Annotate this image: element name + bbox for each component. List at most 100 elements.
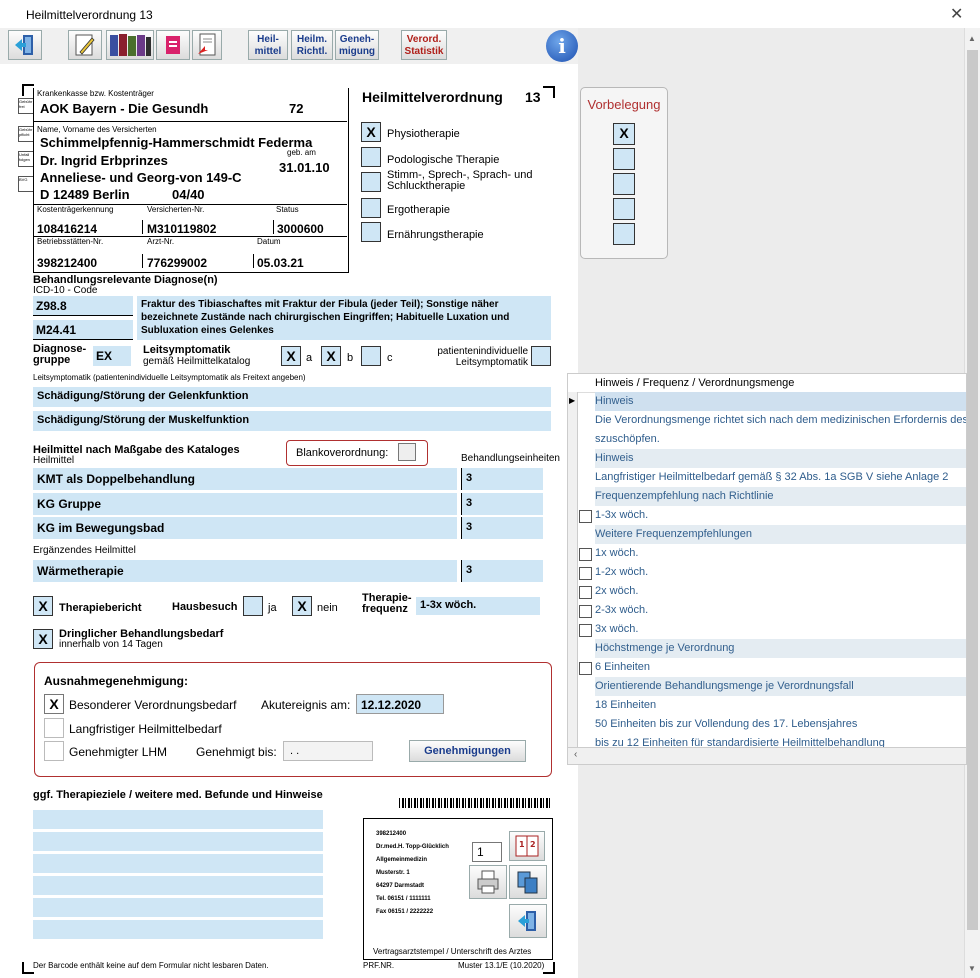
unfall-box[interactable]: Unfall folgen	[18, 151, 34, 167]
hinweise-row-checkbox[interactable]	[579, 548, 592, 561]
copies-field[interactable]: 1	[472, 842, 502, 862]
stamp-exit-button[interactable]	[509, 904, 547, 938]
hinweise-row-checkbox[interactable]	[579, 662, 592, 675]
genehmigungen-button[interactable]: Genehmigungen	[409, 740, 526, 762]
vorbelegung-checkbox-3[interactable]	[613, 173, 635, 195]
ziele-field-1[interactable]	[33, 810, 323, 829]
leit-b-checkbox[interactable]: X	[321, 346, 341, 366]
gebuehr-frei-box[interactable]: Gebühr frei	[18, 98, 34, 114]
podologie-checkbox[interactable]	[361, 147, 381, 167]
stimmtherapie-checkbox[interactable]	[361, 172, 381, 192]
units-field-2[interactable]: 3	[461, 493, 543, 515]
hinweise-group-row[interactable]: Hinweis	[595, 449, 966, 468]
pi-leit-checkbox[interactable]	[531, 346, 551, 366]
bericht-checkbox[interactable]: X	[33, 596, 53, 616]
gebuehr-pflicht-box[interactable]: Gebühr pflicht	[18, 126, 34, 142]
info-icon[interactable]: i	[546, 30, 578, 62]
dringlich-checkbox[interactable]: X	[33, 629, 53, 649]
horizontal-scrollbar[interactable]: ‹	[568, 747, 966, 764]
hinweise-row[interactable]: szuschöpfen.	[595, 430, 966, 449]
ergotherapie-checkbox[interactable]	[361, 198, 381, 218]
gen-bis-field[interactable]: . .	[283, 741, 373, 761]
blanko-checkbox[interactable]	[398, 443, 416, 461]
hinweise-row[interactable]: 18 Einheiten	[595, 696, 966, 715]
hinweise-group-row[interactable]: Hinweis	[595, 392, 966, 411]
vorbelegung-checkbox-2[interactable]	[613, 148, 635, 170]
hinweise-row-checkbox[interactable]	[579, 624, 592, 637]
scrollbar-thumb[interactable]	[967, 50, 978, 930]
leit-text-1[interactable]: Schädigung/Störung der Gelenkfunktion	[33, 387, 551, 407]
ziele-field-3[interactable]	[33, 854, 323, 873]
vorbelegung-checkbox-4[interactable]	[613, 198, 635, 220]
print-button[interactable]	[156, 30, 190, 60]
leit-a-checkbox[interactable]: X	[281, 346, 301, 366]
leit-text-2[interactable]: Schädigung/Störung der Muskelfunktion	[33, 411, 551, 431]
scroll-down-icon[interactable]: ▼	[968, 964, 976, 973]
hinweise-row[interactable]: 1-2x wöch.	[595, 563, 966, 582]
units-field-1[interactable]: 3	[461, 468, 543, 490]
ziele-field-6[interactable]	[33, 920, 323, 939]
copy-button[interactable]	[509, 865, 547, 899]
ziele-field-4[interactable]	[33, 876, 323, 895]
catalog-button[interactable]	[106, 30, 154, 60]
ziele-field-5[interactable]	[33, 898, 323, 917]
bvg-box[interactable]: BVG	[18, 176, 34, 192]
hinweise-group-row[interactable]: Höchstmenge je Verordnung	[595, 639, 966, 658]
leit-c-checkbox[interactable]	[361, 346, 381, 366]
icd-field-2[interactable]: M24.41	[33, 320, 133, 340]
ziele-field-2[interactable]	[33, 832, 323, 851]
edit-button[interactable]	[68, 30, 102, 60]
hausbesuch-ja-checkbox[interactable]	[243, 596, 263, 616]
diagnosegruppe-field[interactable]: EX	[93, 346, 131, 366]
akut-field[interactable]: 12.12.2020	[356, 694, 444, 714]
scroll-up-icon[interactable]: ▲	[968, 34, 976, 43]
stamp-print-button[interactable]	[469, 865, 507, 899]
scroll-left-icon[interactable]: ‹	[574, 749, 577, 760]
diagnose-text-field[interactable]: Fraktur des Tibiaschaftes mit Fraktur de…	[137, 296, 551, 340]
besonderer-checkbox[interactable]: X	[44, 694, 64, 714]
status-value: 3000600	[277, 222, 324, 236]
lhm-checkbox[interactable]	[44, 741, 64, 761]
heilmittel-field-3[interactable]: KG im Bewegungsbad	[33, 517, 457, 539]
calendar-button[interactable]: 12	[509, 831, 545, 861]
title-bar: Heilmittelverordnung 13 ✕	[0, 0, 980, 29]
statistik-button[interactable]: Verord. Statistik	[401, 30, 447, 60]
erg-field[interactable]: Wärmetherapie	[33, 560, 457, 582]
units-field-3[interactable]: 3	[461, 517, 543, 539]
hinweise-row[interactable]: 2x wöch.	[595, 582, 966, 601]
frequenz-field[interactable]: 1-3x wöch.	[416, 597, 540, 615]
export-button[interactable]	[192, 30, 222, 60]
genehmigung-button[interactable]: Geneh- migung	[335, 30, 379, 60]
hinweise-group-row[interactable]: Frequenzempfehlung nach Richtlinie	[595, 487, 966, 506]
hausbesuch-nein-checkbox[interactable]: X	[292, 596, 312, 616]
hinweise-row[interactable]: 2-3x wöch.	[595, 601, 966, 620]
hinweise-row[interactable]: Langfristiger Heilmittelbedarf gemäß § 3…	[595, 468, 966, 487]
hinweise-row-checkbox[interactable]	[579, 510, 592, 523]
hinweise-group-row[interactable]: Orientierende Behandlungsmenge je Verord…	[595, 677, 966, 696]
hinweise-row-checkbox[interactable]	[579, 586, 592, 599]
langfristig-checkbox[interactable]	[44, 718, 64, 738]
vorbelegung-checkbox-5[interactable]	[613, 223, 635, 245]
heilmittel-field-1[interactable]: KMT als Doppelbehandlung	[33, 468, 457, 490]
hinweise-row[interactable]: 1x wöch.	[595, 544, 966, 563]
richtlinie-button[interactable]: Heilm. Richtl.	[291, 30, 333, 60]
heilmittel-field-2[interactable]: KG Gruppe	[33, 493, 457, 515]
hinweise-row-checkbox[interactable]	[579, 567, 592, 580]
icd-field-1[interactable]: Z98.8	[33, 296, 133, 316]
hinweise-row[interactable]: 6 Einheiten	[595, 658, 966, 677]
exit-button[interactable]	[8, 30, 42, 60]
ernaehrung-checkbox[interactable]	[361, 222, 381, 242]
hinweise-row[interactable]: 1-3x wöch.	[595, 506, 966, 525]
hinweise-row[interactable]: Die Verordnungsmenge richtet sich nach d…	[595, 411, 966, 430]
hinweise-row[interactable]: 3x wöch.	[595, 620, 966, 639]
vorbelegung-checkbox-1[interactable]: X	[613, 123, 635, 145]
hinweise-row[interactable]: 50 Einheiten bis zur Vollendung des 17. …	[595, 715, 966, 734]
close-icon[interactable]: ✕	[950, 4, 963, 24]
physiotherapie-checkbox[interactable]: X	[361, 122, 381, 142]
hinweise-row-checkbox[interactable]	[579, 605, 592, 618]
erg-units-field[interactable]: 3	[461, 560, 543, 582]
heilmittel-button[interactable]: Heil- mittel	[248, 30, 288, 60]
hinweise-grid[interactable]: Hinweis / Frequenz / Verordnungsmenge ▶ …	[567, 373, 967, 765]
hinweise-group-row[interactable]: Weitere Frequenzempfehlungen	[595, 525, 966, 544]
exit-door-icon	[15, 35, 33, 55]
